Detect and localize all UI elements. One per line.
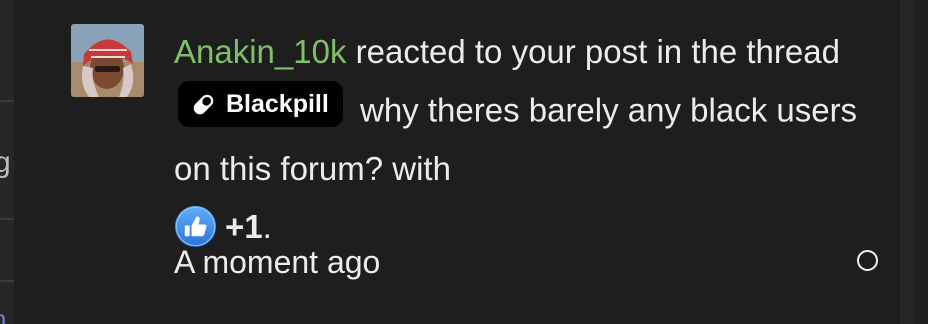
avatar-image (71, 24, 144, 97)
timestamp: A moment ago (174, 244, 381, 280)
background-divider (0, 100, 14, 102)
thread-prefix-badge[interactable]: Blackpill (178, 81, 343, 127)
background-divider (0, 280, 14, 282)
background-text-fragment: n (0, 304, 6, 324)
mark-read-circle-icon[interactable] (857, 250, 878, 271)
popup-edge (900, 0, 914, 324)
notification-screen: g n Anakin_10k reacted to your post in t… (0, 0, 928, 324)
user-avatar[interactable] (71, 24, 144, 97)
thread-prefix-label: Blackpill (226, 90, 329, 118)
background-text-fragment: g (0, 146, 11, 179)
pill-icon (193, 94, 214, 114)
username-link[interactable]: Anakin_10k (174, 33, 346, 70)
notification-item[interactable]: Anakin_10k reacted to your post in the t… (14, 0, 914, 324)
message-text: reacted to your post in the thread (346, 33, 840, 70)
background-divider (0, 218, 14, 220)
notification-message: Anakin_10k reacted to your post in the t… (174, 23, 874, 256)
